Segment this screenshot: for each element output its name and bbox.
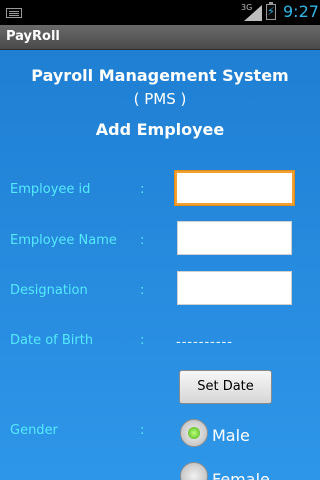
colon: : <box>140 423 145 438</box>
employee-id-label: Employee id <box>10 182 91 197</box>
colon: : <box>140 233 145 248</box>
date-of-birth-label: Date of Birth <box>10 333 94 348</box>
set-date-button[interactable]: Set Date <box>179 370 272 404</box>
employee-name-field[interactable] <box>177 221 292 255</box>
colon: : <box>140 182 145 197</box>
date-of-birth-value: ---------- <box>176 335 233 350</box>
form-screen: Payroll Management System ( PMS ) Add Em… <box>0 50 320 480</box>
system-title: Payroll Management System <box>31 66 289 85</box>
keyboard-icon <box>6 8 22 18</box>
employee-id-field[interactable] <box>175 171 294 205</box>
employee-name-input[interactable] <box>178 222 291 254</box>
radio-selected-dot <box>188 427 200 439</box>
gender-male-label[interactable]: Male <box>212 426 250 445</box>
status-bar: 3G ⚡ 9:27 <box>0 0 320 25</box>
system-abbreviation: ( PMS ) <box>133 90 187 108</box>
gender-female-radio[interactable] <box>180 462 208 480</box>
gender-label: Gender <box>10 423 58 438</box>
designation-field[interactable] <box>177 271 292 305</box>
battery-charging-icon: ⚡ <box>266 2 276 20</box>
designation-label: Designation <box>10 283 88 298</box>
colon: : <box>140 283 145 298</box>
gender-male-radio[interactable] <box>180 419 208 447</box>
colon: : <box>140 333 145 348</box>
app-title: PayRoll <box>6 29 60 44</box>
page-title: Add Employee <box>95 120 225 139</box>
signal-icon <box>244 5 262 21</box>
gender-female-label[interactable]: Female <box>212 470 270 480</box>
employee-name-label: Employee Name <box>10 233 117 248</box>
employee-id-input[interactable] <box>177 173 292 203</box>
clock: 9:27 <box>283 2 319 21</box>
app-title-bar: PayRoll <box>0 25 320 50</box>
designation-input[interactable] <box>178 272 291 304</box>
